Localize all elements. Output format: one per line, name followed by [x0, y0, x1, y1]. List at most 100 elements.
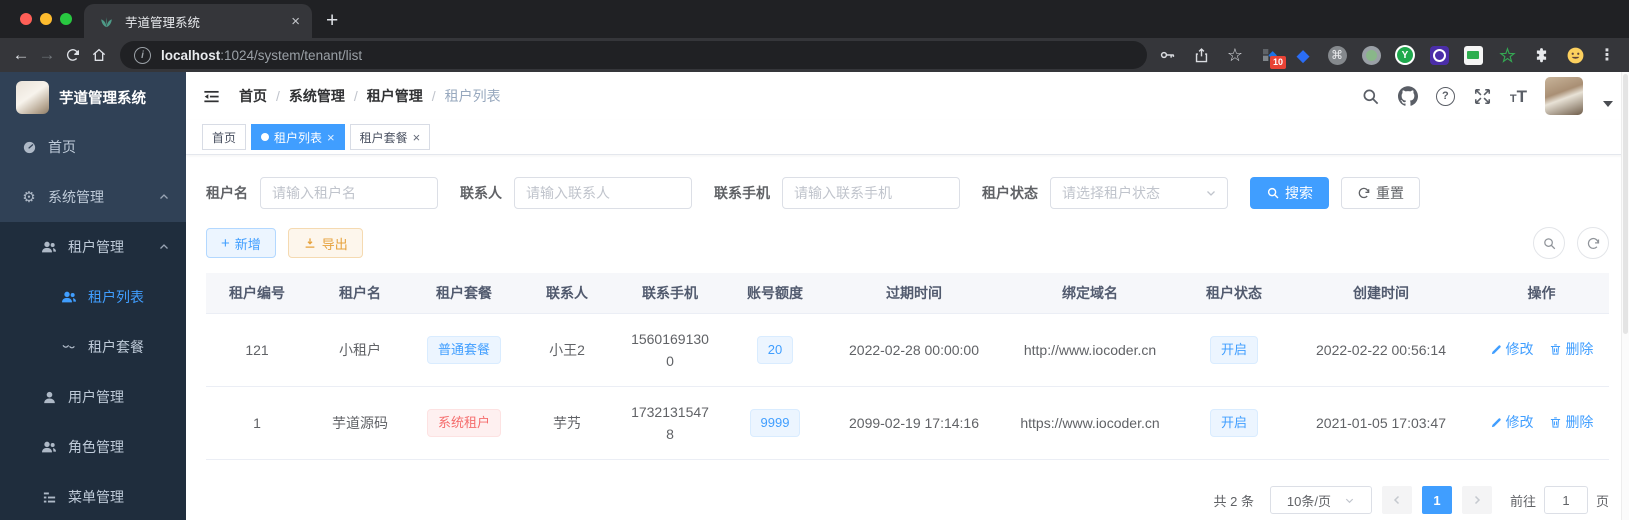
green-y-extension-icon[interactable]: Y — [1395, 45, 1415, 65]
tag-tenant-list[interactable]: 租户列表 × — [251, 124, 345, 150]
card-extension-icon[interactable] — [1463, 45, 1483, 65]
tab-close-icon[interactable]: × — [291, 14, 300, 29]
edit-button[interactable]: 修改 — [1490, 411, 1534, 433]
app-logo — [16, 80, 49, 114]
cell-mobile: 17321315478 — [618, 386, 722, 460]
cell-quota: 9999 — [722, 386, 828, 460]
chevron-down-icon — [1345, 498, 1354, 503]
field-mobile: 联系手机 — [714, 177, 960, 209]
sidebar-logo-row[interactable]: 芋道管理系统 — [0, 72, 186, 122]
field-label: 联系人 — [460, 185, 502, 201]
quota-tag: 9999 — [749, 409, 801, 437]
back-icon[interactable]: ← — [8, 45, 34, 65]
refresh-icon[interactable] — [1577, 227, 1609, 259]
sidebar-item-tenant-list[interactable]: 租户列表 — [0, 272, 186, 322]
sidebar-item-label: 用户管理 — [68, 389, 124, 405]
table-tools — [1533, 227, 1609, 259]
reload-icon[interactable] — [60, 47, 86, 63]
tag-manager-extension-icon[interactable]: 10 — [1259, 45, 1286, 69]
close-window-button[interactable] — [20, 13, 32, 25]
tag-tenant-package[interactable]: 租户套餐 × — [349, 124, 431, 150]
sidebar-item-tenant-package[interactable]: 租户套餐 — [0, 322, 186, 372]
edit-button[interactable]: 修改 — [1490, 338, 1534, 360]
green-star-extension-icon[interactable] — [1497, 45, 1517, 65]
col-contact: 联系人 — [516, 273, 618, 314]
command-extension-icon[interactable]: ⌘ — [1327, 45, 1347, 65]
puzzle-extensions-icon[interactable] — [1531, 45, 1551, 65]
sidebar-item-menu-mgmt[interactable]: 菜单管理 — [0, 472, 186, 520]
sidebar-item-home[interactable]: 首页 — [0, 122, 186, 172]
help-icon[interactable]: ? — [1435, 86, 1455, 106]
sidebar-item-user-mgmt[interactable]: 用户管理 — [0, 372, 186, 422]
cell-actions: 修改 删除 — [1474, 313, 1609, 387]
page-content: 租户名 联系人 联系手机 租户状态 请选择租户状态 — [186, 155, 1629, 520]
prev-page-button[interactable] — [1381, 486, 1412, 514]
tenant-name-input[interactable] — [260, 177, 438, 209]
github-icon[interactable] — [1397, 86, 1418, 106]
search-form: 租户名 联系人 联系手机 租户状态 请选择租户状态 — [206, 177, 1609, 209]
quota-tag: 20 — [756, 336, 794, 364]
col-domain: 绑定域名 — [1000, 273, 1180, 314]
tag-home[interactable]: 首页 — [202, 124, 247, 150]
breadcrumb-item-system[interactable]: 系统管理 — [289, 86, 345, 106]
new-tab-button[interactable]: + — [326, 10, 338, 31]
breadcrumb-item-tenant[interactable]: 租户管理 — [367, 86, 423, 106]
tag-close-icon[interactable]: × — [327, 131, 335, 144]
delete-button[interactable]: 删除 — [1549, 411, 1593, 433]
current-page-button[interactable]: 1 — [1421, 486, 1452, 514]
sidebar-item-label: 租户套餐 — [88, 339, 144, 355]
tag-close-icon[interactable]: × — [413, 131, 421, 144]
menu-fold-icon[interactable] — [202, 87, 221, 106]
chevron-up-icon — [158, 191, 170, 203]
user-avatar[interactable] — [1545, 77, 1583, 115]
fullscreen-icon[interactable] — [1473, 87, 1492, 106]
breadcrumb-item-home[interactable]: 首页 — [239, 86, 267, 106]
emoji-extension-icon[interactable] — [1565, 45, 1585, 65]
browser-menu-icon[interactable]: ⋮ — [1599, 45, 1615, 65]
reset-button[interactable]: 重置 — [1341, 177, 1420, 209]
circle-extension-icon[interactable] — [1361, 45, 1381, 65]
home-icon[interactable] — [86, 47, 112, 63]
forward-icon[interactable]: → — [34, 45, 60, 65]
export-button[interactable]: 导出 — [287, 228, 363, 258]
sidebar-item-system[interactable]: ⚙ 系统管理 — [0, 172, 186, 222]
tenant-status-select[interactable]: 请选择租户状态 — [1050, 177, 1228, 209]
scrollbar-thumb[interactable] — [1623, 74, 1628, 334]
next-page-button[interactable] — [1461, 486, 1492, 514]
search-icon[interactable] — [1361, 87, 1380, 106]
info-icon[interactable]: i — [134, 46, 151, 64]
gem-extension-icon[interactable]: ◆ — [1293, 45, 1313, 65]
show-search-icon[interactable] — [1533, 227, 1565, 259]
sidebar-item-tenant-mgmt[interactable]: 租户管理 — [0, 222, 186, 272]
password-key-icon[interactable] — [1157, 45, 1177, 65]
col-mobile: 联系手机 — [618, 273, 722, 314]
mobile-input[interactable] — [782, 177, 960, 209]
sidebar-item-label: 首页 — [48, 139, 76, 155]
browser-tab[interactable]: 芋道管理系统 × — [84, 4, 312, 38]
bookmark-star-icon[interactable]: ☆ — [1225, 45, 1245, 65]
font-size-icon[interactable]: TT — [1510, 88, 1527, 105]
status-tag: 开启 — [1209, 409, 1258, 437]
delete-button[interactable]: 删除 — [1549, 338, 1593, 360]
favicon-plant-icon — [96, 11, 116, 31]
page-scrollbar[interactable] — [1621, 72, 1629, 520]
contact-input[interactable] — [514, 177, 692, 209]
tags-view-bar: 首页 租户列表 × 租户套餐 × — [186, 120, 1629, 155]
share-icon[interactable] — [1191, 45, 1211, 65]
col-tenant-id: 租户编号 — [206, 273, 308, 314]
add-button[interactable]: + 新增 — [206, 228, 276, 258]
user-dropdown-caret-icon[interactable] — [1603, 101, 1613, 107]
purple-extension-icon[interactable] — [1429, 45, 1449, 65]
sidebar-item-role-mgmt[interactable]: 角色管理 — [0, 422, 186, 472]
minimize-window-button[interactable] — [40, 13, 52, 25]
search-button[interactable]: 搜索 — [1250, 177, 1329, 209]
page-size-select[interactable]: 10条/页 — [1269, 486, 1372, 514]
tree-table-icon — [40, 490, 58, 505]
active-dot — [261, 133, 270, 141]
package-tag: 系统租户 — [426, 409, 501, 437]
gear-icon: ⚙ — [22, 188, 36, 206]
zoom-window-button[interactable] — [60, 13, 72, 25]
address-bar[interactable]: i localhost:1024/system/tenant/list — [120, 41, 1147, 69]
url-host: localhost — [161, 47, 221, 63]
goto-page-input[interactable] — [1543, 486, 1588, 514]
